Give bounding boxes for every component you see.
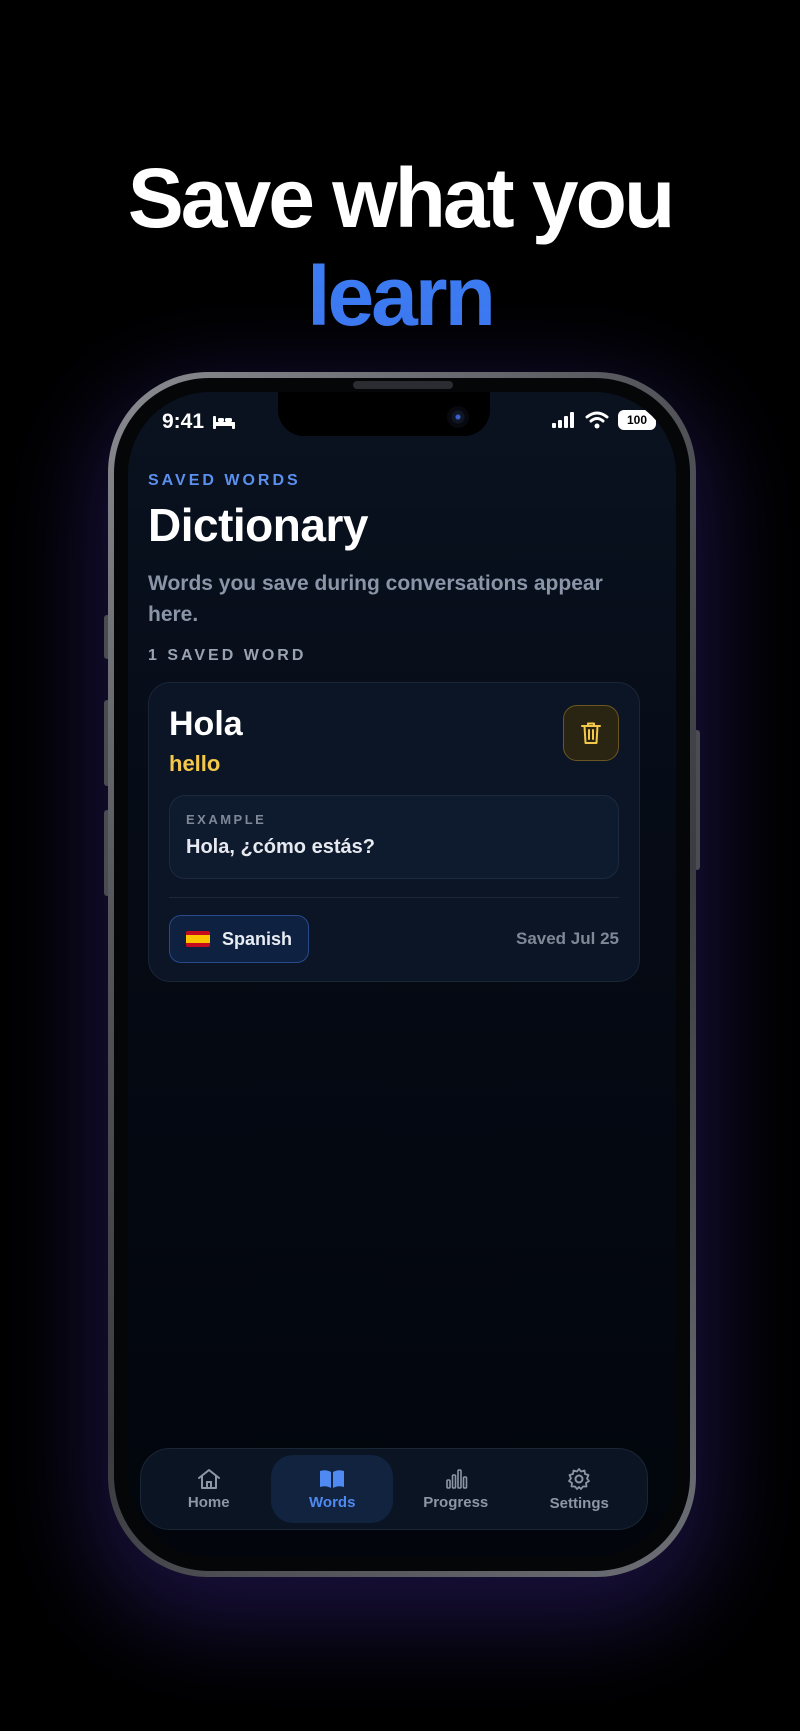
battery-icon: 100 <box>618 410 660 430</box>
bar-chart-icon <box>445 1469 468 1489</box>
phone-screen: 9:41 100 SAVED WORDS Dictionary Words yo… <box>128 392 676 1557</box>
wifi-icon <box>585 411 609 429</box>
example-sentence: Hola, ¿cómo estás? <box>186 836 375 858</box>
tab-settings[interactable]: Settings <box>518 1455 640 1523</box>
trash-icon <box>581 722 601 744</box>
headline-line-1: Save what you <box>127 151 676 245</box>
notch <box>278 392 490 436</box>
delete-word-button[interactable] <box>563 705 619 761</box>
earpiece-speaker <box>353 381 453 389</box>
page-subtitle: Words you save during conversations appe… <box>148 572 603 626</box>
tab-words[interactable]: Words <box>271 1455 394 1523</box>
home-icon <box>197 1469 220 1489</box>
language-chip[interactable]: Spanish <box>169 915 310 963</box>
saved-date: Saved Jul 25 <box>515 929 619 948</box>
saved-count: 1 SAVED WORD <box>148 647 307 664</box>
example-box: EXAMPLE Hola, ¿cómo estás? <box>169 795 619 879</box>
tab-home[interactable]: Home <box>148 1455 270 1523</box>
status-time: 9:41 <box>162 410 236 434</box>
status-indicators: 100 <box>552 410 660 430</box>
tab-progress[interactable]: Progress <box>395 1455 517 1523</box>
tab-home-label: Home <box>187 1494 230 1511</box>
spain-flag-icon <box>186 931 210 947</box>
word-translation: hello <box>169 751 221 776</box>
tab-progress-label: Progress <box>423 1494 489 1511</box>
tab-words-label: Words <box>309 1494 356 1511</box>
example-label: EXAMPLE <box>186 812 267 827</box>
battery-level: 100 <box>626 413 648 427</box>
tab-bar: Home Words Progress Settings <box>140 1448 648 1530</box>
page-title: Dictionary <box>148 499 368 551</box>
status-time-text: 9:41 <box>162 410 205 433</box>
word-text: Hola <box>169 705 243 743</box>
section-eyebrow: SAVED WORDS <box>148 472 301 489</box>
marketing-headline: Save what you learn <box>0 150 800 346</box>
word-card[interactable]: Hola hello EXAMPLE Hola, ¿cómo estás? Sp… <box>148 682 640 982</box>
card-divider <box>169 897 619 898</box>
headline-line-2: learn <box>307 249 496 343</box>
book-icon <box>320 1470 345 1488</box>
language-label: Spanish <box>222 928 293 949</box>
phone-bezel: 9:41 100 SAVED WORDS Dictionary Words yo… <box>114 378 690 1571</box>
camera-icon <box>447 406 469 428</box>
signal-icon <box>552 412 574 428</box>
tab-settings-label: Settings <box>549 1495 609 1512</box>
bed-icon <box>213 416 236 429</box>
app-store-screenshot: Save what you learn 9:41 100 SAVED WORDS… <box>0 0 800 1731</box>
gear-icon <box>568 1468 591 1490</box>
phone-frame: 9:41 100 SAVED WORDS Dictionary Words yo… <box>108 372 696 1577</box>
